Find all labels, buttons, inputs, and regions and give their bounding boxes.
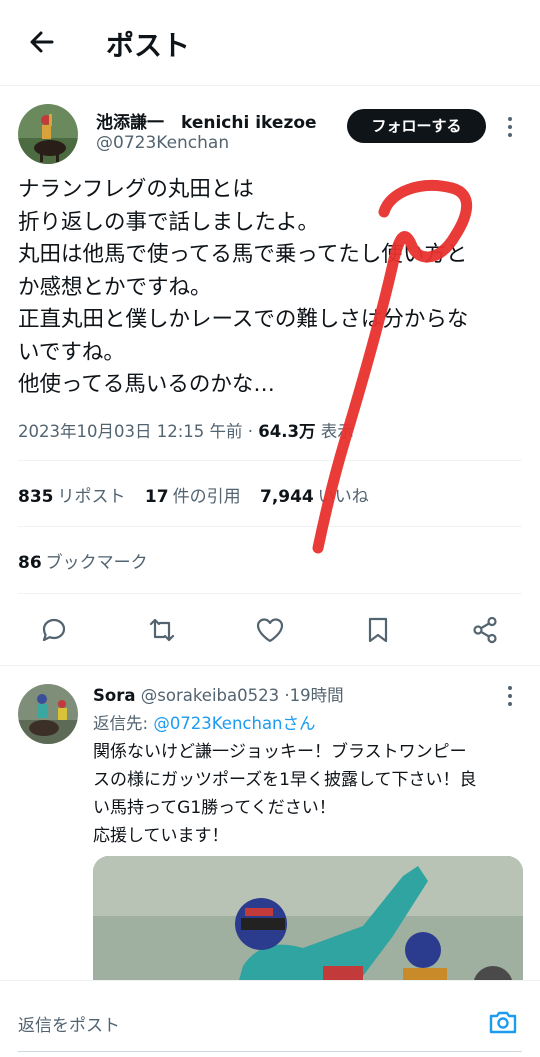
reply-icon[interactable] xyxy=(38,614,70,646)
reply-input[interactable]: 返信をポスト xyxy=(18,1011,120,1036)
section-divider xyxy=(0,665,540,666)
meta-separator: · xyxy=(247,422,254,441)
reply-time[interactable]: 19時間 xyxy=(290,686,344,705)
like-icon[interactable] xyxy=(254,614,286,646)
reply-author-handle[interactable]: @sorakeiba0523 xyxy=(141,686,279,705)
likes-stat[interactable]: 7,944 いいね xyxy=(260,482,369,507)
divider xyxy=(18,460,522,461)
reply-to: 返信先: @0723Kenchanさん xyxy=(93,710,316,734)
quotes-label: 件の引用 xyxy=(172,487,241,507)
reply-author-name[interactable]: Sora xyxy=(93,686,136,705)
reposts-stat[interactable]: 835 リポスト xyxy=(18,482,126,507)
likes-label: いいね xyxy=(317,487,369,507)
author-handle[interactable]: @0723Kenchan xyxy=(96,133,229,153)
reply-to-handle[interactable]: @0723Kenchanさん xyxy=(153,714,315,733)
reply-avatar[interactable] xyxy=(18,684,78,744)
camera-icon[interactable] xyxy=(487,1006,519,1038)
quotes-stat[interactable]: 17 件の引用 xyxy=(145,482,241,507)
arrow-left-icon[interactable] xyxy=(26,26,58,58)
likes-count: 7,944 xyxy=(259,487,314,507)
reply-to-label: 返信先: xyxy=(93,714,149,733)
views-count: 64.3万 xyxy=(258,422,316,441)
reply-composer: 返信をポスト xyxy=(0,980,540,1057)
bookmarks-label: ブックマーク xyxy=(45,553,148,573)
tweet-line: いですね。 xyxy=(18,339,125,365)
repost-icon[interactable] xyxy=(146,614,178,646)
engagement-stats: 835 リポスト 17 件の引用 7,944 いいね xyxy=(18,482,383,507)
tweet-line: ナランフレグの丸田とは xyxy=(18,177,254,202)
tweet-line: 折り返しの事で話しましたよ。 xyxy=(18,209,320,235)
top-bar: ポスト xyxy=(0,0,540,86)
divider xyxy=(18,526,522,527)
bookmarks-stat[interactable]: 86 ブックマーク xyxy=(18,548,148,573)
tweet-meta: 2023年10月03日 12:15 午前 · 64.3万 表示 xyxy=(18,418,354,442)
tweet-line: 他使ってる馬いるのかな… xyxy=(18,372,275,397)
reposts-label: リポスト xyxy=(57,487,126,507)
reply-line: スの様にガッツポーズを1早く披露して下さい！良 xyxy=(93,770,477,790)
more-options-icon[interactable] xyxy=(502,684,518,708)
timestamp[interactable]: 2023年10月03日 12:15 午前 xyxy=(18,422,243,441)
composer-underline xyxy=(18,1051,522,1052)
reply-line: 関係ないけど謙一ジョッキー！ブラストワンピー xyxy=(93,742,467,762)
page-title: ポスト xyxy=(106,29,191,62)
quotes-count: 17 xyxy=(144,487,169,507)
reply-line: い馬持ってG1勝ってください！ xyxy=(93,798,336,818)
reply-line: 応援しています！ xyxy=(93,826,229,846)
bookmarks-count: 86 xyxy=(18,553,42,573)
tweet-line: か感想とかですね。 xyxy=(18,274,212,300)
author-name[interactable]: 池添謙一 kenichi ikezoe xyxy=(96,108,317,133)
author-avatar[interactable] xyxy=(18,104,78,164)
reply-header: Sora @sorakeiba0523 ·19時間 xyxy=(93,682,344,706)
follow-button[interactable]: フォローする xyxy=(347,109,486,143)
more-options-icon[interactable] xyxy=(502,114,518,140)
reply-text: 関係ないけど謙一ジョッキー！ブラストワンピー スの様にガッツポーズを1早く披露し… xyxy=(93,738,533,850)
tweet-text: ナランフレグの丸田とは 折り返しの事で話しましたよ。 丸田は他馬で使ってる馬で乗… xyxy=(18,174,528,402)
views-label: 表示 xyxy=(320,422,354,441)
tweet-line: 丸田は他馬で使ってる馬で乗ってたし使い方と xyxy=(18,242,468,267)
share-icon[interactable] xyxy=(469,614,501,646)
tweet-line: 正直丸田と僕しかレースでの難しさは分からな xyxy=(18,307,469,332)
bookmark-icon[interactable] xyxy=(362,614,394,646)
reposts-count: 835 xyxy=(18,487,54,507)
divider xyxy=(18,593,522,594)
